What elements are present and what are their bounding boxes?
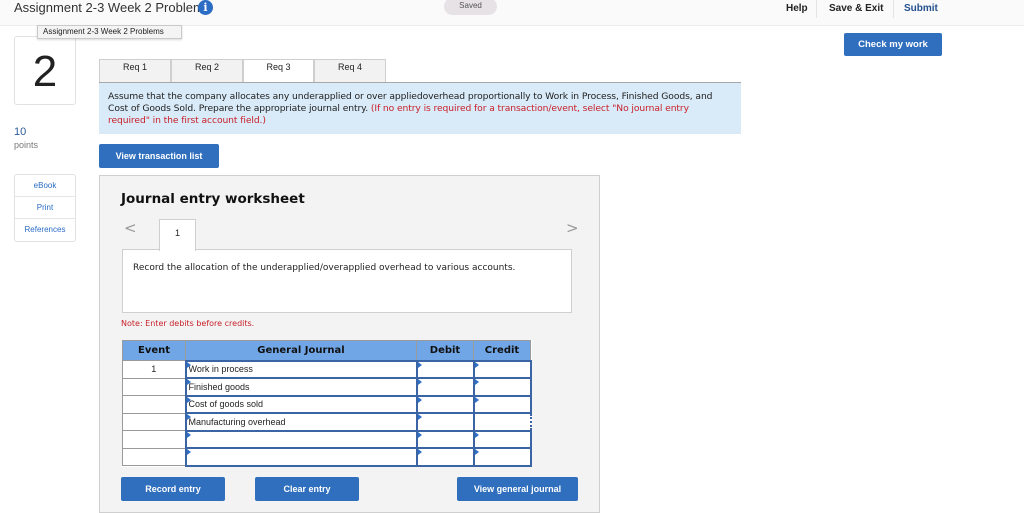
resource-links: eBook Print References — [14, 174, 76, 242]
journal-entry-worksheet: Journal entry worksheet < > 1 Record the… — [99, 175, 600, 513]
dropdown-marker-icon — [186, 379, 191, 385]
points-value: 10 — [14, 126, 27, 138]
input-marker-icon — [417, 431, 422, 438]
column-header-general-journal: General Journal — [185, 340, 417, 361]
input-marker-icon — [417, 361, 422, 368]
dropdown-marker-icon — [186, 414, 191, 420]
input-marker-icon — [474, 379, 479, 385]
table-row: 1 Work in process — [122, 359, 532, 379]
input-marker-icon — [474, 396, 479, 403]
debit-input[interactable] — [415, 429, 475, 449]
table-row — [122, 429, 532, 449]
input-marker-icon — [417, 449, 422, 455]
event-cell — [122, 377, 186, 396]
title-tooltip: Assignment 2-3 Week 2 Problems — [37, 25, 182, 39]
saved-status-badge: Saved — [444, 0, 497, 15]
input-marker-icon — [474, 449, 479, 455]
account-select[interactable]: Work in process — [184, 359, 418, 379]
account-select[interactable] — [184, 447, 418, 467]
account-value: Manufacturing overhead — [188, 416, 286, 427]
view-general-journal-button[interactable]: View general journal — [457, 477, 578, 501]
tab-req-1[interactable]: Req 1 — [99, 59, 171, 83]
event-cell — [122, 412, 186, 431]
dropdown-marker-icon — [186, 449, 191, 455]
input-marker-icon — [474, 361, 479, 368]
debit-input[interactable] — [415, 359, 475, 379]
credit-input[interactable] — [472, 429, 532, 449]
credit-input[interactable] — [472, 377, 532, 397]
ebook-link[interactable]: eBook — [15, 175, 75, 197]
entry-description: Record the allocation of the underapplie… — [122, 249, 572, 313]
credit-input-focused[interactable] — [472, 412, 532, 432]
credit-input[interactable] — [472, 359, 532, 379]
print-link[interactable]: Print — [15, 197, 75, 219]
journal-table: Event General Journal Debit Credit 1 Wor… — [122, 340, 532, 467]
dropdown-marker-icon — [186, 361, 191, 368]
debit-input[interactable] — [415, 377, 475, 397]
assignment-title: Assignment 2-3 Week 2 Problems — [14, 0, 211, 15]
input-marker-icon — [417, 396, 422, 403]
account-select[interactable]: Manufacturing overhead — [184, 412, 418, 432]
account-select[interactable] — [184, 429, 418, 449]
points-label: points — [14, 140, 39, 150]
credit-input[interactable] — [472, 394, 532, 414]
account-value: Work in process — [188, 364, 253, 375]
event-cell — [122, 447, 186, 466]
save-exit-link[interactable]: Save & Exit — [829, 3, 883, 14]
question-number: 2 — [14, 36, 76, 105]
worksheet-title: Journal entry worksheet — [121, 191, 305, 207]
table-row: Finished goods — [122, 377, 532, 397]
chevron-right-icon[interactable]: > — [566, 219, 579, 237]
debit-input[interactable] — [415, 412, 475, 432]
tab-req-4[interactable]: Req 4 — [314, 59, 386, 83]
debit-input[interactable] — [415, 447, 475, 467]
record-entry-button[interactable]: Record entry — [121, 477, 225, 501]
table-row — [122, 447, 532, 467]
column-header-debit: Debit — [416, 340, 474, 361]
table-row: Manufacturing overhead — [122, 412, 532, 432]
event-cell — [122, 395, 186, 414]
clear-entry-button[interactable]: Clear entry — [255, 477, 359, 501]
divider — [816, 0, 817, 18]
account-select[interactable]: Cost of goods sold — [184, 394, 418, 414]
input-marker-icon — [474, 431, 479, 438]
input-marker-icon — [417, 379, 422, 385]
table-row: Cost of goods sold — [122, 394, 532, 414]
account-select[interactable]: Finished goods — [184, 377, 418, 397]
view-transaction-list-button[interactable]: View transaction list — [99, 144, 219, 168]
dropdown-marker-icon — [186, 396, 191, 403]
event-cell: 1 — [122, 360, 186, 379]
chevron-left-icon[interactable]: < — [124, 219, 137, 237]
top-bar: Assignment 2-3 Week 2 Problems i Saved H… — [0, 0, 1024, 26]
credit-input[interactable] — [472, 447, 532, 467]
divider — [893, 0, 894, 18]
input-marker-icon — [417, 414, 422, 420]
debit-input[interactable] — [415, 394, 475, 414]
account-value: Finished goods — [188, 381, 250, 392]
dropdown-marker-icon — [186, 431, 191, 438]
entry-tab-1[interactable]: 1 — [159, 219, 196, 251]
debit-credit-note: Note: Enter debits before credits. — [121, 319, 255, 328]
event-cell — [122, 430, 186, 449]
column-header-event: Event — [122, 340, 186, 361]
instructions: Assume that the company allocates any un… — [99, 83, 741, 134]
info-icon[interactable]: i — [198, 0, 213, 15]
check-my-work-button[interactable]: Check my work — [844, 33, 942, 56]
help-link[interactable]: Help — [786, 3, 808, 14]
column-header-credit: Credit — [473, 340, 531, 361]
account-value: Cost of goods sold — [188, 399, 264, 410]
submit-link[interactable]: Submit — [904, 3, 938, 14]
tab-req-2[interactable]: Req 2 — [171, 59, 243, 83]
references-link[interactable]: References — [15, 219, 75, 241]
